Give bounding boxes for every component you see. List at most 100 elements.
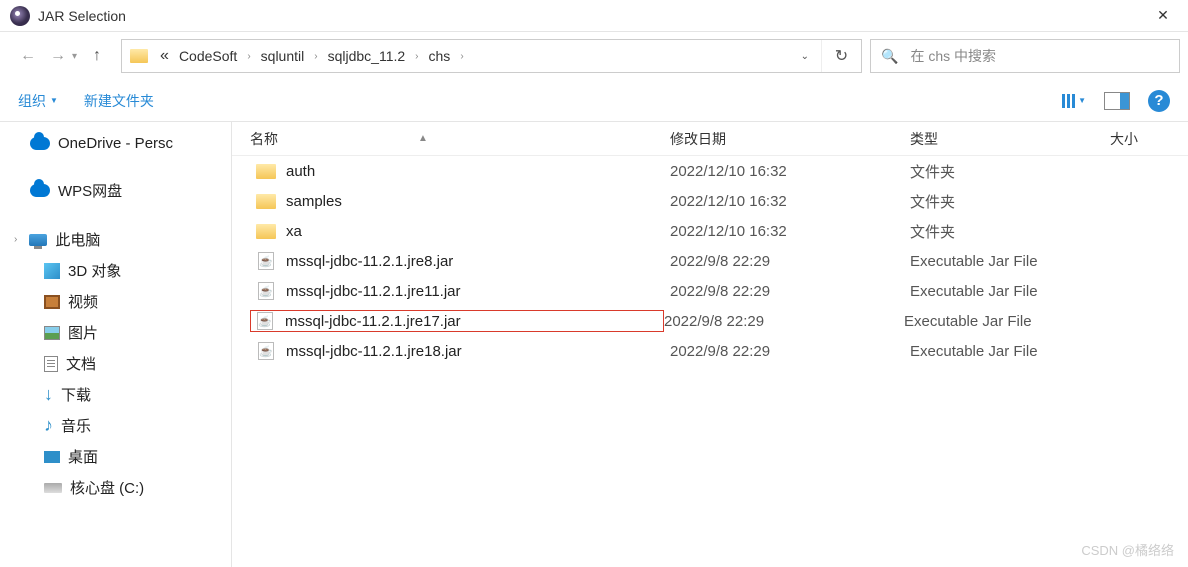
jar-icon — [256, 341, 276, 361]
chevron-right-icon[interactable]: › — [310, 51, 321, 62]
chevron-down-icon: ▼ — [1078, 96, 1086, 105]
crumb-chs[interactable]: chs — [425, 46, 455, 66]
app-icon — [10, 6, 30, 26]
file-row[interactable]: mssql-jdbc-11.2.1.jre8.jar2022/9/8 22:29… — [232, 246, 1188, 276]
cell-date: 2022/12/10 16:32 — [670, 193, 910, 210]
column-size[interactable]: 大小 — [1110, 129, 1188, 149]
cell-name: mssql-jdbc-11.2.1.jre11.jar — [256, 281, 670, 301]
organize-button[interactable]: 组织 ▼ — [18, 91, 58, 111]
film-icon — [44, 295, 60, 309]
cell-date: 2022/12/10 16:32 — [670, 163, 910, 180]
cell-name: samples — [256, 193, 670, 210]
sidebar-item-desktop[interactable]: 桌面 — [0, 441, 231, 472]
cell-type: 文件夹 — [910, 221, 1110, 242]
cell-type: 文件夹 — [910, 191, 1110, 212]
column-type[interactable]: 类型 — [910, 129, 1110, 149]
navbar: ← → ▾ ↑ « CodeSoft › sqluntil › sqljdbc_… — [0, 32, 1188, 80]
sidebar-item-downloads[interactable]: ↓下载 — [0, 379, 231, 410]
chevron-right-icon[interactable]: › — [14, 234, 17, 245]
content: OneDrive - Persc WPS网盘 ›此电脑 3D 对象 视频 图片 … — [0, 122, 1188, 567]
cell-date: 2022/12/10 16:32 — [670, 223, 910, 240]
cell-type: Executable Jar File — [904, 313, 1104, 330]
file-row[interactable]: mssql-jdbc-11.2.1.jre11.jar2022/9/8 22:2… — [232, 276, 1188, 306]
sidebar-item-thispc[interactable]: ›此电脑 — [0, 224, 231, 255]
back-button[interactable]: ← — [20, 47, 36, 65]
jar-icon — [256, 251, 276, 271]
folder-icon — [256, 164, 276, 179]
chevron-right-icon[interactable]: › — [411, 51, 422, 62]
toolbar: 组织 ▼ 新建文件夹 ▼ ? — [0, 80, 1188, 122]
cell-name: xa — [256, 223, 670, 240]
chevron-right-icon[interactable]: › — [243, 51, 254, 62]
refresh-button[interactable]: ↻ — [821, 40, 861, 72]
sidebar: OneDrive - Persc WPS网盘 ›此电脑 3D 对象 视频 图片 … — [0, 122, 232, 567]
chevron-right-icon[interactable]: › — [456, 51, 467, 62]
preview-pane-button[interactable] — [1104, 92, 1130, 110]
sort-icon: ▲ — [418, 133, 428, 144]
disk-icon — [44, 483, 62, 493]
sidebar-item-music[interactable]: ♪音乐 — [0, 410, 231, 441]
address-bar[interactable]: « CodeSoft › sqluntil › sqljdbc_11.2 › c… — [121, 39, 862, 73]
column-name[interactable]: 名称▲ — [250, 129, 670, 149]
sidebar-item-3dobjects[interactable]: 3D 对象 — [0, 255, 231, 286]
cell-date: 2022/9/8 22:29 — [670, 283, 910, 300]
sidebar-item-videos[interactable]: 视频 — [0, 286, 231, 317]
sidebar-item-documents[interactable]: 文档 — [0, 348, 231, 379]
folder-icon — [256, 224, 276, 239]
forward-button[interactable]: → — [50, 47, 66, 65]
view-options-button[interactable]: ▼ — [1062, 94, 1086, 108]
sidebar-item-wps[interactable]: WPS网盘 — [0, 175, 231, 206]
history-dropdown[interactable]: ▾ — [72, 51, 77, 62]
cell-date: 2022/9/8 22:29 — [670, 253, 910, 270]
sidebar-item-onedrive[interactable]: OneDrive - Persc — [0, 130, 231, 157]
cloud-icon — [30, 137, 50, 150]
sidebar-item-pictures[interactable]: 图片 — [0, 317, 231, 348]
cell-type: Executable Jar File — [910, 343, 1110, 360]
crumb-sqljdbc[interactable]: sqljdbc_11.2 — [324, 46, 410, 66]
help-button[interactable]: ? — [1148, 90, 1170, 112]
download-icon: ↓ — [44, 384, 53, 405]
crumb-prefix: « — [156, 47, 173, 65]
search-icon: 🔍 — [881, 48, 898, 65]
close-button[interactable]: ✕ — [1140, 1, 1186, 31]
file-list: 名称▲ 修改日期 类型 大小 auth2022/12/10 16:32文件夹sa… — [232, 122, 1188, 567]
file-row[interactable]: samples2022/12/10 16:32文件夹 — [232, 186, 1188, 216]
cell-name: auth — [256, 163, 670, 180]
cell-type: Executable Jar File — [910, 283, 1110, 300]
desktop-icon — [44, 451, 60, 463]
column-date[interactable]: 修改日期 — [670, 129, 910, 149]
search-input[interactable]: 🔍 在 chs 中搜索 — [870, 39, 1180, 73]
new-folder-button[interactable]: 新建文件夹 — [84, 91, 154, 111]
cell-date: 2022/9/8 22:29 — [670, 343, 910, 360]
file-row[interactable]: mssql-jdbc-11.2.1.jre17.jar2022/9/8 22:2… — [232, 306, 1188, 336]
address-dropdown[interactable]: ⌄ — [791, 51, 819, 62]
crumb-codesoft[interactable]: CodeSoft — [175, 46, 241, 66]
cell-type: Executable Jar File — [910, 253, 1110, 270]
jar-icon — [256, 281, 276, 301]
up-button[interactable]: ↑ — [93, 47, 101, 65]
file-row[interactable]: xa2022/12/10 16:32文件夹 — [232, 216, 1188, 246]
nav-arrows: ← → ▾ ↑ — [8, 47, 107, 65]
cube-icon — [44, 263, 60, 279]
sidebar-item-cdrive[interactable]: 核心盘 (C:) — [0, 472, 231, 503]
file-row[interactable]: auth2022/12/10 16:32文件夹 — [232, 156, 1188, 186]
titlebar: JAR Selection ✕ — [0, 0, 1188, 32]
watermark: CSDN @橘络络 — [1081, 540, 1174, 559]
cell-name: mssql-jdbc-11.2.1.jre17.jar — [250, 310, 664, 332]
document-icon — [44, 356, 58, 372]
folder-icon — [256, 194, 276, 209]
search-placeholder: 在 chs 中搜索 — [910, 46, 996, 66]
folder-icon — [130, 49, 148, 63]
cell-date: 2022/9/8 22:29 — [664, 313, 904, 330]
crumb-sqluntil[interactable]: sqluntil — [257, 46, 309, 66]
cell-name: mssql-jdbc-11.2.1.jre8.jar — [256, 251, 670, 271]
jar-icon — [255, 311, 275, 331]
chevron-down-icon: ▼ — [50, 96, 58, 105]
pc-icon — [29, 234, 47, 246]
column-headers: 名称▲ 修改日期 类型 大小 — [232, 122, 1188, 156]
cell-name: mssql-jdbc-11.2.1.jre18.jar — [256, 341, 670, 361]
cloud-icon — [30, 184, 50, 197]
window-title: JAR Selection — [38, 8, 1140, 24]
cell-type: 文件夹 — [910, 161, 1110, 182]
file-row[interactable]: mssql-jdbc-11.2.1.jre18.jar2022/9/8 22:2… — [232, 336, 1188, 366]
